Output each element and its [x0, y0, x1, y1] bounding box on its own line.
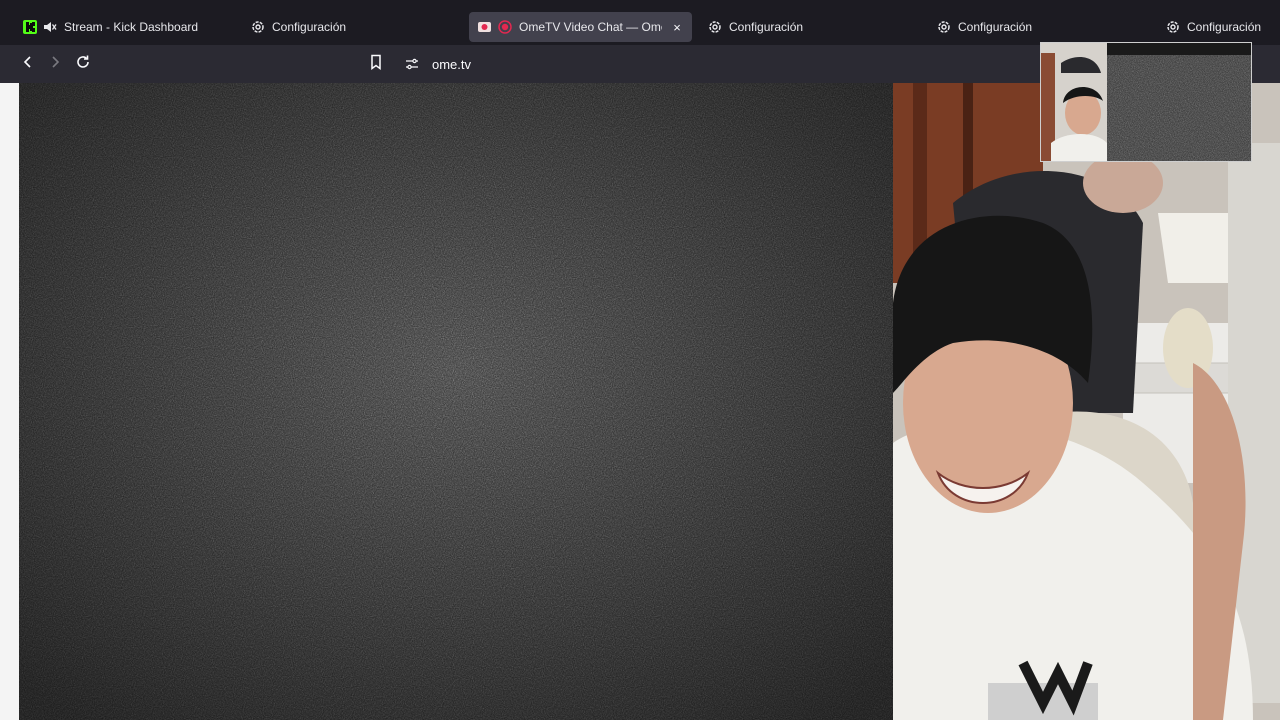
forward-button[interactable] [44, 53, 66, 75]
back-button[interactable] [17, 53, 39, 75]
tab-close-icon[interactable]: × [670, 20, 684, 35]
tab-configuracion-2[interactable]: Configuración [707, 12, 917, 42]
page-content [0, 83, 1280, 720]
camera-recording-icon [497, 19, 513, 35]
tab-label: Configuración [729, 20, 804, 34]
tab-label: OmeTV Video Chat — Omegl [519, 20, 663, 34]
gear-icon [707, 19, 723, 35]
ometv-favicon-icon [477, 19, 493, 35]
tab-ometv-video-chat[interactable]: OmeTV Video Chat — Omegl × [469, 12, 692, 42]
tab-configuracion-3[interactable]: Configuración [936, 12, 1146, 42]
tab-label: Configuración [1187, 20, 1262, 34]
gear-icon [936, 19, 952, 35]
bookmark-icon [369, 54, 383, 75]
tab-strip: Stream - Kick Dashboard Configuración Om… [0, 8, 1280, 45]
back-arrow-icon [21, 55, 35, 74]
tab-configuracion-4[interactable]: Configuración [1165, 12, 1277, 42]
page-left-edge [0, 83, 19, 720]
stream-preview-overlay[interactable] [1040, 42, 1252, 162]
gear-icon [1165, 19, 1181, 35]
preview-webcam [1041, 43, 1107, 161]
tab-label: Stream - Kick Dashboard [64, 20, 199, 34]
url-text: ome.tv [432, 56, 472, 72]
stranger-video-static [19, 83, 893, 720]
forward-arrow-icon [48, 55, 62, 74]
tab-configuracion-1[interactable]: Configuración [250, 12, 460, 42]
own-webcam-video [893, 83, 1280, 720]
tab-label: Configuración [958, 20, 1033, 34]
kick-logo-icon [22, 19, 38, 35]
bookmark-button[interactable] [365, 53, 387, 75]
speaker-muted-icon[interactable] [42, 19, 58, 35]
reload-button[interactable] [72, 53, 94, 75]
tab-label: Configuración [272, 20, 347, 34]
site-permissions-icon[interactable] [404, 56, 420, 72]
tab-kick-dashboard[interactable]: Stream - Kick Dashboard [22, 12, 232, 42]
reload-icon [75, 54, 91, 75]
preview-static [1107, 55, 1251, 161]
gear-icon [250, 19, 266, 35]
